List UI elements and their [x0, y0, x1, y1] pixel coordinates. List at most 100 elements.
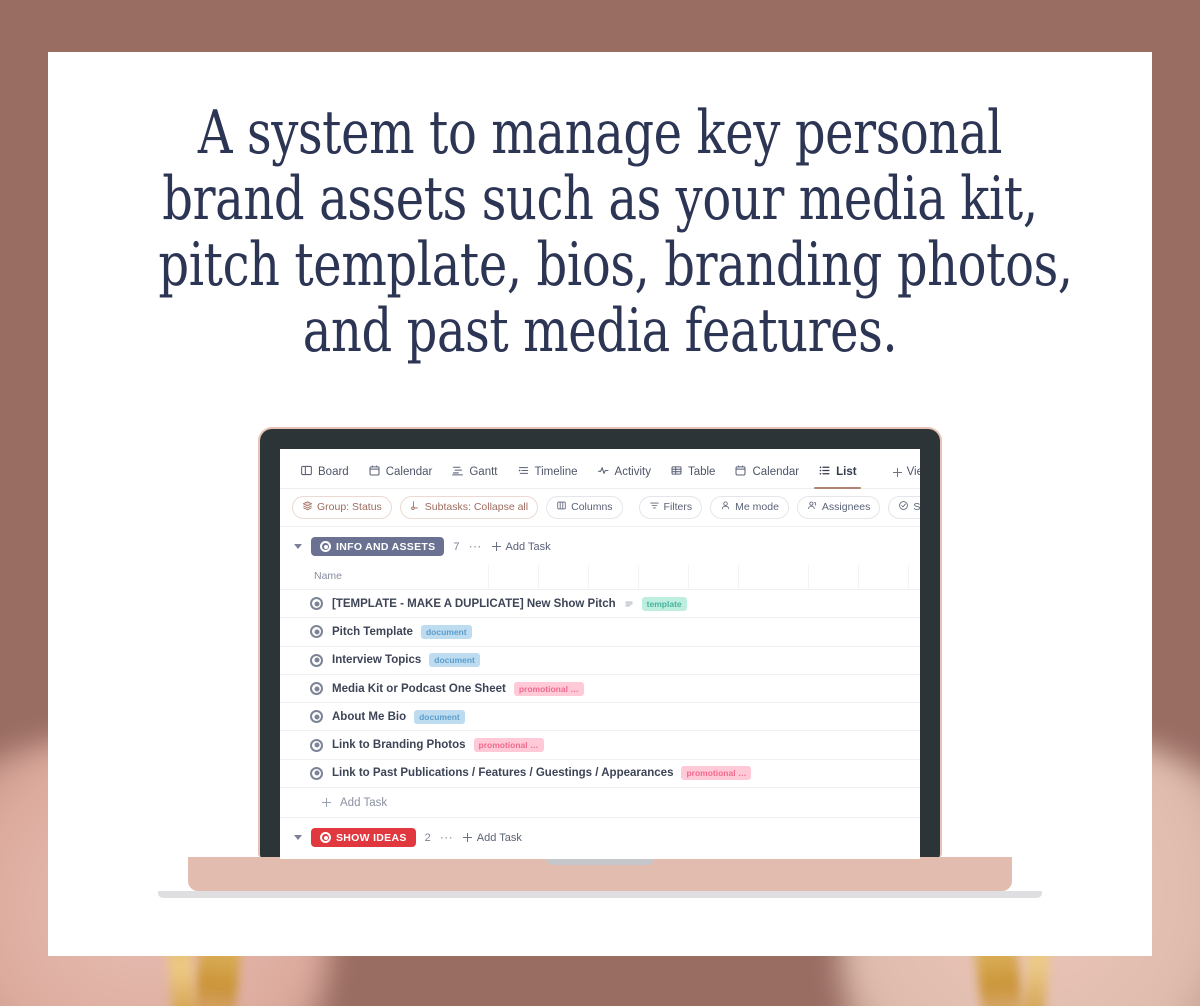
task-tag[interactable]: promotional … [513, 681, 584, 696]
add-task-label: Add Task [340, 796, 388, 809]
task-status-icon[interactable] [310, 597, 323, 611]
task-tag[interactable]: template [641, 596, 687, 611]
group-add-task-button[interactable]: Add Task [462, 832, 522, 844]
description-icon [624, 599, 634, 609]
headline-line-2: brand assets such as your media kit, [162, 164, 1038, 234]
tab-board[interactable]: Board [292, 461, 357, 489]
layers-icon [302, 500, 313, 515]
task-status-icon[interactable] [310, 766, 323, 780]
task-tag[interactable]: document [414, 709, 465, 724]
chip-group-status-label: Group: Status [317, 501, 382, 514]
group-status-pill[interactable]: SHOW IDEAS [311, 828, 416, 848]
group-add-task-button[interactable]: Add Task [491, 541, 551, 553]
task-status-icon[interactable] [310, 625, 323, 639]
task-name: Link to Branding Photos [332, 739, 466, 752]
task-status-icon[interactable] [310, 710, 323, 724]
chip-subtasks-label: Subtasks: Collapse all [424, 501, 529, 514]
laptop-base [188, 857, 1012, 891]
table-row[interactable]: [TEMPLATE - MAKE A DUPLICATE] New Show P… [280, 590, 920, 619]
table-row[interactable]: Link to Branding Photos promotional … [280, 731, 920, 760]
tab-gantt[interactable]: Gantt [443, 461, 505, 489]
tab-list[interactable]: List [810, 461, 864, 489]
chip-columns[interactable]: Columns [546, 496, 623, 519]
filter-toolbar: Group: Status Subtasks: Collapse all Col… [280, 489, 920, 527]
chip-subtasks[interactable]: Subtasks: Collapse all [399, 496, 539, 519]
chip-group-status[interactable]: Group: Status [292, 496, 392, 519]
chevron-down-icon[interactable] [294, 835, 302, 841]
chip-filters[interactable]: Filters [638, 496, 703, 519]
plus-icon [491, 542, 501, 551]
columns-icon [556, 500, 567, 515]
group-header-show-ideas[interactable]: SHOW IDEAS 2 ⋯ Add Task [280, 818, 920, 856]
task-status-icon[interactable] [310, 738, 323, 752]
add-view-label: View [906, 466, 920, 478]
calendar-icon [734, 464, 747, 480]
chip-me-mode[interactable]: Me mode [710, 496, 789, 519]
tab-calendar-2-label: Calendar [752, 466, 800, 478]
group-status-pill[interactable]: INFO AND ASSETS [311, 537, 445, 556]
task-tag[interactable]: promotional … [473, 738, 544, 753]
chip-assignees[interactable]: Assignees [796, 496, 881, 519]
chevron-down-icon[interactable] [294, 544, 302, 549]
plus-icon [322, 798, 331, 808]
group-name-label: INFO AND ASSETS [336, 540, 436, 553]
chip-assignees-label: Assignees [821, 501, 871, 514]
list-icon [818, 464, 831, 480]
gantt-icon [451, 464, 464, 480]
person-icon [720, 500, 731, 515]
activity-icon [597, 464, 610, 480]
board-icon [300, 464, 313, 480]
task-status-icon[interactable] [310, 682, 323, 696]
group-task-count: 7 [453, 540, 460, 553]
group-menu-icon[interactable]: ⋯ [440, 831, 454, 844]
status-circle-icon [320, 541, 331, 552]
table-row[interactable]: Link to Past Publications / Features / G… [280, 760, 920, 789]
page-headline: A system to manage key personal brand as… [158, 100, 1073, 364]
table-row[interactable]: About Me Bio document [280, 703, 920, 732]
column-header-name[interactable]: Name [314, 570, 342, 582]
task-name: Interview Topics [332, 654, 422, 667]
group-task-count: 2 [424, 831, 431, 844]
group-header-info-and-assets[interactable]: INFO AND ASSETS 7 ⋯ Add Task [280, 527, 920, 565]
chip-me-mode-label: Me mode [735, 501, 779, 514]
tab-board-label: Board [318, 466, 349, 478]
tab-table[interactable]: Table [662, 461, 724, 489]
task-name: [TEMPLATE - MAKE A DUPLICATE] New Show P… [332, 597, 616, 610]
tab-timeline[interactable]: Timeline [509, 461, 586, 489]
task-status-icon[interactable] [310, 653, 323, 667]
table-row[interactable]: Pitch Template document [280, 618, 920, 647]
chip-show-closed[interactable]: Show closed [888, 496, 920, 519]
laptop-lid: Board Calendar Gantt Timeline Activity T… [258, 427, 942, 859]
tab-calendar-2[interactable]: Calendar [726, 461, 807, 489]
task-tag[interactable]: document [429, 653, 480, 668]
tab-table-label: Table [687, 466, 716, 478]
plus-icon [462, 833, 472, 843]
chip-columns-label: Columns [571, 501, 613, 514]
table-row[interactable]: Media Kit or Podcast One Sheet promotion… [280, 675, 920, 704]
laptop-base-shadow [158, 891, 1042, 898]
filter-icon [649, 500, 660, 515]
group-menu-icon[interactable]: ⋯ [469, 540, 483, 553]
check-circle-icon [898, 500, 909, 515]
add-view-button[interactable]: View [885, 463, 920, 487]
task-name: Link to Past Publications / Features / G… [332, 767, 674, 780]
task-name: Media Kit or Podcast One Sheet [332, 682, 506, 695]
tab-activity[interactable]: Activity [589, 461, 659, 489]
task-tag[interactable]: document [420, 624, 472, 639]
chip-show-closed-label: Show closed [913, 501, 920, 514]
task-name: Pitch Template [332, 625, 413, 638]
column-header-row: Name [280, 565, 920, 590]
task-tag[interactable]: promotional … [681, 766, 752, 781]
status-circle-icon [320, 832, 331, 844]
table-row[interactable]: Interview Topics document [280, 647, 920, 675]
laptop-screen: Board Calendar Gantt Timeline Activity T… [280, 449, 920, 859]
tab-calendar[interactable]: Calendar [360, 461, 441, 489]
tab-activity-label: Activity [614, 466, 651, 478]
headline-line-3: pitch template, bios, branding photos, [158, 230, 1073, 300]
subtask-icon [410, 500, 421, 515]
people-icon [807, 500, 818, 515]
add-task-row[interactable]: Add Task [280, 788, 920, 819]
tab-calendar-label: Calendar [385, 466, 433, 478]
tab-list-label: List [836, 466, 857, 478]
column-dividers [280, 565, 920, 589]
